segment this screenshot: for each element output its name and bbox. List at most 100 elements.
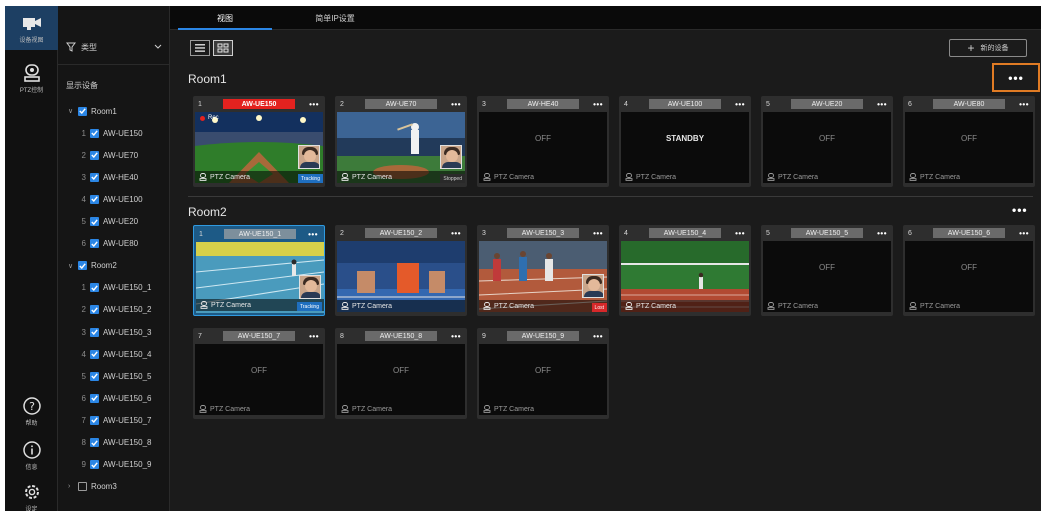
nav-info[interactable]: 信息 <box>5 440 58 471</box>
room1-more-button[interactable]: ••• <box>992 63 1040 92</box>
nav-device-view[interactable]: 设备视图 <box>5 6 58 50</box>
panel-divider <box>58 64 170 65</box>
checkbox[interactable] <box>90 371 99 381</box>
camera-type-label: PTZ Camera <box>352 302 393 310</box>
tree-item[interactable]: 1 AW-UE150_1 <box>76 281 151 295</box>
tree-label: AW-UE20 <box>103 217 139 226</box>
camera-card[interactable]: 3 AW-HE40 ••• OFF PTZ Camera <box>477 96 609 187</box>
card-more-icon[interactable]: ••• <box>451 332 461 341</box>
checkbox[interactable] <box>90 393 99 403</box>
checkbox[interactable] <box>90 172 99 182</box>
card-more-icon[interactable]: ••• <box>451 229 461 238</box>
tree-label: AW-UE150_5 <box>103 371 152 381</box>
checkbox[interactable] <box>90 128 99 138</box>
camera-card[interactable]: 4 AW-UE100 ••• STANDBY PTZ Camera <box>619 96 751 187</box>
nav-info-label: 信息 <box>25 465 38 471</box>
card-more-icon[interactable]: ••• <box>451 100 461 109</box>
checkbox[interactable] <box>90 460 99 470</box>
card-more-icon[interactable]: ••• <box>593 229 603 238</box>
card-more-icon[interactable]: ••• <box>877 229 887 238</box>
card-more-icon[interactable]: ••• <box>1019 229 1029 238</box>
card-more-icon[interactable]: ••• <box>593 332 603 341</box>
checkbox[interactable] <box>78 482 87 492</box>
checkbox[interactable] <box>90 239 99 249</box>
camera-card[interactable]: 1 AW-UE150_1 ••• PTZ Camera Tracking <box>193 225 325 316</box>
card-more-icon[interactable]: ••• <box>877 100 887 109</box>
tree-item[interactable]: 3 AW-UE150_3 <box>76 325 151 339</box>
card-footer: PTZ Camera <box>763 171 891 183</box>
camera-card[interactable]: 3 AW-UE150_3 ••• PTZ Camera Lost <box>477 225 609 316</box>
camera-card[interactable]: 1 AW-UE150 ••• Rec PTZ Camera Tracking <box>193 96 325 187</box>
card-more-icon[interactable]: ••• <box>735 100 745 109</box>
tree-item[interactable]: 1 AW-UE150 <box>76 126 143 140</box>
chevron-down-icon[interactable]: ∨ <box>68 107 78 115</box>
camera-card[interactable]: 6 AW-UE150_6 ••• OFF PTZ Camera <box>903 225 1035 316</box>
card-more-icon[interactable]: ••• <box>1019 100 1029 109</box>
camera-card[interactable]: 5 AW-UE150_5 ••• OFF PTZ Camera <box>761 225 893 316</box>
tab-simple-ip-settings[interactable]: 简单IP设置 <box>280 6 390 30</box>
checkbox[interactable] <box>90 217 99 226</box>
nav-rail: 设备视图 PTZ控制 ? 帮助 信息 设定 <box>5 6 58 511</box>
camera-card[interactable]: 2 AW-UE150_2 ••• PTZ Camera <box>335 225 467 316</box>
add-device-button[interactable]: + 新的设备 <box>949 39 1027 57</box>
ptz-camera-icon <box>483 173 491 181</box>
room2-more-button[interactable]: ••• <box>1012 203 1028 217</box>
panel-title: 显示设备 <box>66 81 98 90</box>
nav-help[interactable]: ? 帮助 <box>5 396 58 427</box>
tree-item[interactable]: 2 AW-UE150_2 <box>76 303 151 317</box>
tree-item[interactable]: 8 AW-UE150_8 <box>76 436 151 450</box>
list-view-button[interactable] <box>190 40 210 56</box>
card-more-icon[interactable]: ••• <box>735 229 745 238</box>
card-more-icon[interactable]: ••• <box>309 332 319 341</box>
camera-card[interactable]: 7 AW-UE150_7 ••• OFF PTZ Camera <box>193 328 325 419</box>
tree-group[interactable]: › Room3 <box>68 480 117 494</box>
nav-settings-label: 设定 <box>25 507 38 511</box>
tree-item[interactable]: 9 AW-UE150_9 <box>76 458 151 472</box>
camera-card[interactable]: 6 AW-UE80 ••• OFF PTZ Camera <box>903 96 1035 187</box>
type-filter-label: 类型 <box>81 42 97 52</box>
tree-item[interactable]: 7 AW-UE150_7 <box>76 413 151 427</box>
tree-item[interactable]: 5 AW-UE20 <box>76 215 138 229</box>
tree-item[interactable]: 4 AW-UE150_4 <box>76 347 151 361</box>
checkbox[interactable] <box>90 194 99 204</box>
checkbox[interactable] <box>78 261 87 271</box>
camera-card[interactable]: 4 AW-UE150_4 ••• PTZ Camera <box>619 225 751 316</box>
type-filter-dropdown[interactable]: 类型 <box>66 40 162 54</box>
checkbox[interactable] <box>90 305 99 315</box>
tree-group[interactable]: ∨ Room1 <box>68 104 117 118</box>
grid-view-button[interactable] <box>213 40 233 56</box>
card-more-icon[interactable]: ••• <box>308 230 318 239</box>
tree-group[interactable]: ∨ Room2 <box>68 259 117 273</box>
checkbox[interactable] <box>78 106 87 116</box>
tree-item[interactable]: 6 AW-UE80 <box>76 237 138 251</box>
nav-settings[interactable]: 设定 <box>5 482 58 511</box>
checkbox[interactable] <box>90 349 99 359</box>
chevron-right-icon[interactable]: › <box>68 483 78 490</box>
camera-card[interactable]: 9 AW-UE150_9 ••• OFF PTZ Camera <box>477 328 609 419</box>
checkbox[interactable] <box>90 150 99 160</box>
checkbox[interactable] <box>90 438 99 447</box>
tree-item[interactable]: 5 AW-UE150_5 <box>76 369 151 383</box>
chevron-down-icon[interactable]: ∨ <box>68 262 78 270</box>
tab-view[interactable]: 视图 <box>170 6 280 30</box>
ptz-camera-icon <box>483 405 491 413</box>
checkbox[interactable] <box>90 327 99 337</box>
card-number: 9 <box>482 332 486 340</box>
camera-card[interactable]: 2 AW-UE70 ••• PTZ Camera Stopped <box>335 96 467 187</box>
list-view-icon <box>195 44 205 52</box>
camera-card[interactable]: 8 AW-UE150_8 ••• OFF PTZ Camera <box>335 328 467 419</box>
card-more-icon[interactable]: ••• <box>309 100 319 109</box>
tree-item[interactable]: 4 AW-UE100 <box>76 192 143 206</box>
tree-item[interactable]: 2 AW-UE70 <box>76 148 138 162</box>
card-number: 5 <box>766 229 770 237</box>
checkbox[interactable] <box>90 415 99 425</box>
card-more-icon[interactable]: ••• <box>593 100 603 109</box>
tree-item[interactable]: 6 AW-UE150_6 <box>76 391 151 405</box>
card-footer: PTZ Camera <box>337 403 465 415</box>
tree-item[interactable]: 3 AW-HE40 <box>76 170 138 184</box>
nav-ptz-control[interactable]: PTZ控制 <box>5 58 58 98</box>
camera-card[interactable]: 5 AW-UE20 ••• OFF PTZ Camera <box>761 96 893 187</box>
card-number: 4 <box>624 100 628 108</box>
tree-label: Room2 <box>91 261 117 271</box>
checkbox[interactable] <box>90 283 99 293</box>
